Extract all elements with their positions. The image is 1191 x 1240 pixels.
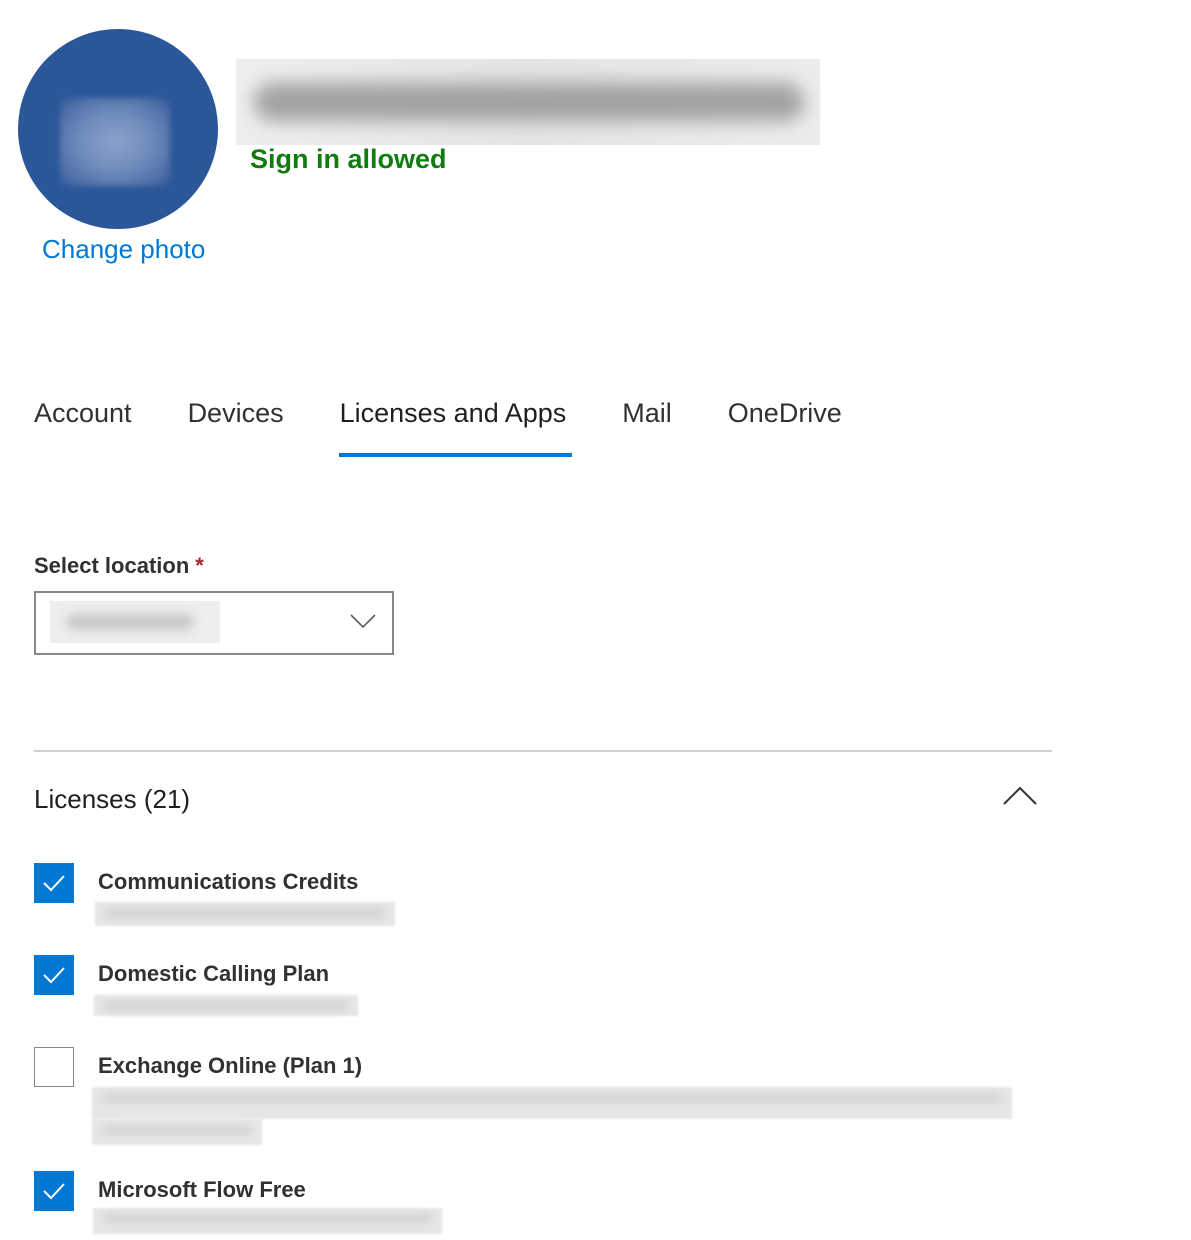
avatar[interactable] — [18, 29, 218, 229]
tab-mail[interactable]: Mail — [622, 392, 672, 454]
checkmark-icon — [43, 1183, 65, 1200]
license-detail-redacted — [94, 995, 358, 1016]
checkmark-icon — [43, 967, 65, 984]
license-detail-redacted — [92, 1087, 1012, 1119]
required-marker: * — [195, 553, 204, 578]
license-name: Exchange Online (Plan 1) — [98, 1053, 363, 1078]
user-name-redacted — [236, 59, 820, 145]
avatar-photo-redacted — [60, 98, 170, 186]
tab-account[interactable]: Account — [34, 392, 132, 454]
tab-bar: Account Devices Licenses and Apps Mail O… — [34, 392, 898, 457]
license-detail-redacted — [95, 902, 395, 926]
chevron-up-icon[interactable] — [1002, 784, 1038, 806]
license-name: Microsoft Flow Free — [98, 1177, 306, 1202]
select-location-label-text: Select location — [34, 553, 190, 578]
sign-in-status: Sign in allowed — [250, 144, 447, 174]
change-photo-link[interactable]: Change photo — [42, 234, 205, 265]
license-name: Communications Credits — [98, 869, 359, 894]
chevron-down-icon — [350, 614, 376, 629]
license-checkbox[interactable] — [34, 1171, 74, 1211]
tab-licenses-and-apps[interactable]: Licenses and Apps — [338, 392, 572, 457]
location-dropdown[interactable] — [34, 591, 394, 655]
tab-onedrive[interactable]: OneDrive — [728, 392, 842, 454]
license-name: Domestic Calling Plan — [98, 961, 330, 986]
license-checkbox[interactable] — [34, 955, 74, 995]
section-divider — [34, 750, 1052, 752]
tab-devices[interactable]: Devices — [188, 392, 284, 454]
checkmark-icon — [43, 875, 65, 892]
license-checkbox[interactable] — [34, 863, 74, 903]
location-value-redacted — [50, 601, 220, 643]
select-location-label: Select location * — [34, 553, 204, 579]
licenses-title: Licenses (21) — [34, 784, 191, 814]
license-checkbox[interactable] — [34, 1047, 74, 1087]
license-detail-redacted — [92, 1119, 262, 1145]
license-detail-redacted — [93, 1208, 442, 1234]
